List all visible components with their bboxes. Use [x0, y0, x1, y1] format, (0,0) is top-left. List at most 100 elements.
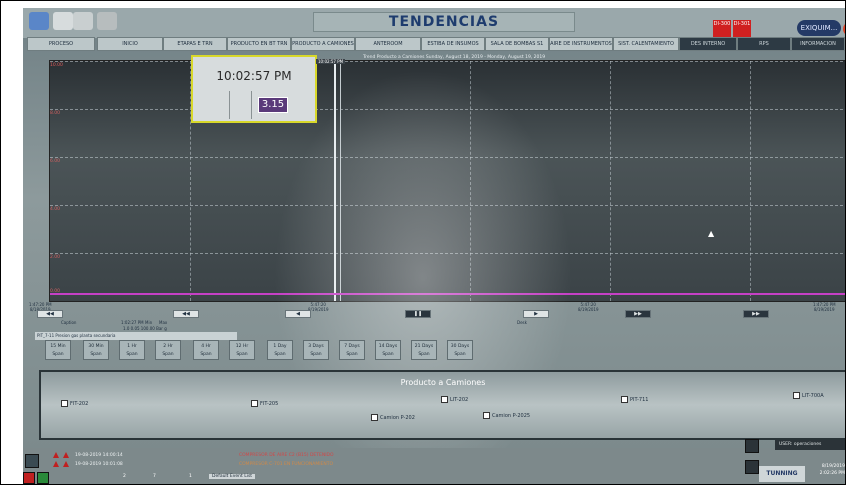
alarm-count-a: 2 [123, 474, 126, 479]
scroll-left-far-button[interactable]: ◀◀ [37, 310, 63, 318]
span-4hr-button[interactable]: 4 Hr Span [193, 340, 219, 360]
nav-des-interno[interactable]: DES INTERNO [679, 37, 737, 51]
popup-value: 3.15 [258, 97, 288, 113]
grid-line [610, 61, 611, 301]
trend-cursor[interactable] [334, 61, 336, 301]
search-icon[interactable] [745, 439, 759, 453]
power-icon[interactable]: ⏻ [843, 22, 845, 36]
checkbox-icon [621, 396, 628, 403]
checkbox-lit-202[interactable]: LIT-202 [441, 396, 468, 403]
checkbox-fit-202[interactable]: FIT-202 [61, 400, 88, 407]
span-1hr-button[interactable]: 1 Hr Span [119, 340, 145, 360]
alarm-timestamp: 19-08-2019 14:00:14 [75, 453, 123, 458]
zoom-icon[interactable] [745, 460, 759, 474]
popup-time: 10:02:57 PM [216, 69, 292, 83]
checkbox-pit-711[interactable]: PIT-711 [621, 396, 648, 403]
nav-informacion[interactable]: INFORMACION [791, 37, 845, 51]
clock: 8/19/2019 2:02:26 PM [819, 464, 845, 476]
alarm-bell-icon[interactable] [23, 472, 35, 484]
alarm-count-b: 7 [153, 474, 156, 479]
nav-estiba[interactable]: ESTIBA DE INSUMOS [421, 37, 485, 51]
nav-sala-bombas[interactable]: SALA DE BOMBAS S1 [485, 37, 549, 51]
info-max: Max [159, 320, 168, 325]
nav-producto-bt[interactable]: PRODUCTO EN BT TRN [227, 37, 291, 51]
checkbox-icon [251, 400, 258, 407]
alarm-message[interactable]: COMPRESOR DE AIRE C2 (B15) DETENIDO [239, 453, 334, 458]
play-icon[interactable] [37, 472, 49, 484]
checkbox-icon [371, 414, 378, 421]
checkbox-icon [793, 392, 800, 399]
checkbox-lit-700a[interactable]: LIT-700A [793, 392, 824, 399]
producto-panel: Producto a Camiones FIT-202 FIT-205 LIT-… [39, 370, 845, 440]
trend-series-line [50, 293, 845, 295]
company-logo: EXIQUIM... [797, 20, 841, 36]
trend-legend[interactable]: PIT_7-11 Presion gas planta secundaria [35, 332, 237, 340]
tuning-button[interactable]: TUNNING [759, 466, 805, 482]
grid-line [50, 157, 845, 158]
nav-rps[interactable]: RPS [737, 37, 791, 51]
nav-inicio[interactable]: INICIO [97, 37, 163, 51]
span-14days-button[interactable]: 14 Days Span [375, 340, 401, 360]
nav-aire[interactable]: AIRE DE INSTRUMENTOS [549, 37, 613, 51]
top-bar: TENDENCIAS DI-300 DI-301 EXIQUIM... ⏻ [23, 8, 845, 42]
alarm-message[interactable]: COMPRESOR C-701 EN FUNCIONAMIENTO [239, 462, 333, 467]
checkbox-fit-205[interactable]: FIT-205 [251, 400, 278, 407]
checkbox-icon [483, 412, 490, 419]
end-label: Desk [517, 320, 527, 325]
grid-line [50, 109, 845, 110]
span-3days-button[interactable]: 3 Days Span [303, 340, 329, 360]
alarm-count-c: 1 [189, 474, 192, 479]
span-15min-button[interactable]: 15 Min Span [45, 340, 71, 360]
y-tick: 2.00 [50, 255, 61, 260]
nav-etapas[interactable]: ETAPAS E TRN [163, 37, 227, 51]
nav-producto-camiones[interactable]: PRODUCTO A CAMIONES [291, 37, 355, 51]
grid-line [50, 61, 845, 62]
checkbox-camion-p2025[interactable]: Camion P-2025 [483, 412, 530, 419]
alarm-triangle-icon [63, 452, 69, 458]
alarm-timestamp: 19-08-2019 10:01:08 [75, 462, 123, 467]
popup-divider [251, 91, 252, 119]
window-icon[interactable] [53, 12, 73, 30]
step-right-button[interactable]: ▶ [523, 310, 549, 318]
scroll-right-button[interactable]: ▶▶ [625, 310, 651, 318]
y-tick: 8.00 [50, 111, 61, 116]
cursor-time-label: 10:02:57 PM [316, 59, 346, 64]
alarm-window-icon[interactable] [25, 454, 39, 468]
nav-calentamiento[interactable]: SIST. CALENTAMIENTO [613, 37, 679, 51]
pause-button[interactable]: ❚❚ [405, 310, 431, 318]
y-tick: 0.00 [50, 289, 61, 294]
step-left-button[interactable]: ◀ [285, 310, 311, 318]
y-tick: 6.00 [50, 159, 61, 164]
x-tick: 5:47:20 8/19/2019 [308, 302, 329, 312]
alarm-triangle-icon [53, 461, 59, 467]
event-list-selector[interactable]: Default Event List [209, 474, 256, 479]
scroll-left-button[interactable]: ◀◀ [173, 310, 199, 318]
windows-start-icon[interactable] [29, 12, 49, 30]
trend-icon[interactable] [73, 12, 93, 30]
network-icon[interactable] [97, 12, 117, 30]
checkbox-icon [61, 400, 68, 407]
alarm-triangle-icon [63, 461, 69, 467]
alarm-summary: 19-08-2019 14:00:14 COMPRESOR DE AIRE C2… [23, 448, 845, 484]
y-tick: 4.00 [50, 207, 61, 212]
span-30min-button[interactable]: 30 Min Span [83, 340, 109, 360]
trend-cursor-secondary[interactable] [340, 61, 341, 301]
span-12hr-button[interactable]: 12 Hr Span [229, 340, 255, 360]
checkbox-camion-p202[interactable]: Camion P-202 [371, 414, 415, 421]
span-1day-button[interactable]: 1 Day Span [267, 340, 293, 360]
info-scale: 1.0 0.05 100.00 Bar g [123, 326, 167, 331]
span-30days-button[interactable]: 30 Days Span [447, 340, 473, 360]
info-time: 1:02:27 PM [121, 320, 144, 325]
info-min: Min [145, 320, 153, 325]
nav-proceso[interactable]: PROCESO [27, 37, 95, 51]
nav-anteroom[interactable]: ANTEROOM [355, 37, 421, 51]
popup-divider [229, 91, 230, 119]
span-7days-button[interactable]: 7 Days Span [339, 340, 365, 360]
value-popup: 10:02:57 PM 3.15 [191, 55, 317, 123]
trend-plot[interactable]: 10.00 8.00 6.00 4.00 2.00 0.00 ▲ [49, 60, 845, 302]
user-indicator: USER: operaciones [775, 440, 845, 450]
span-21days-button[interactable]: 21 Days Span [411, 340, 437, 360]
checkbox-icon [441, 396, 448, 403]
span-2hr-button[interactable]: 2 Hr Span [155, 340, 181, 360]
scroll-right-far-button[interactable]: ▶▶ [743, 310, 769, 318]
